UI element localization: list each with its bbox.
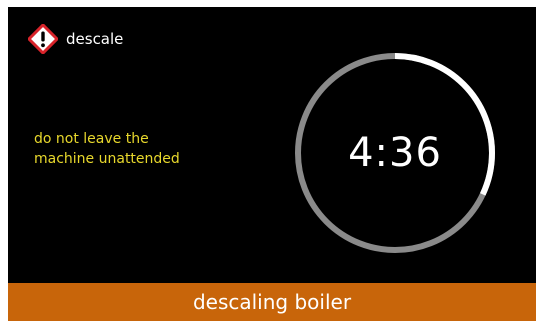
status-bar: descaling boiler [8,283,536,321]
time-remaining: 4:36 [348,130,442,176]
warning-diamond-icon [28,24,58,54]
header: descale [28,24,123,54]
status-text: descaling boiler [192,290,352,314]
warning-notice: do not leave the machine unattended [34,131,180,167]
program-title: descale [66,30,124,48]
countdown-timer: 4:36 [290,48,500,258]
machine-display: descale do not leave the machine unatten… [8,7,536,321]
